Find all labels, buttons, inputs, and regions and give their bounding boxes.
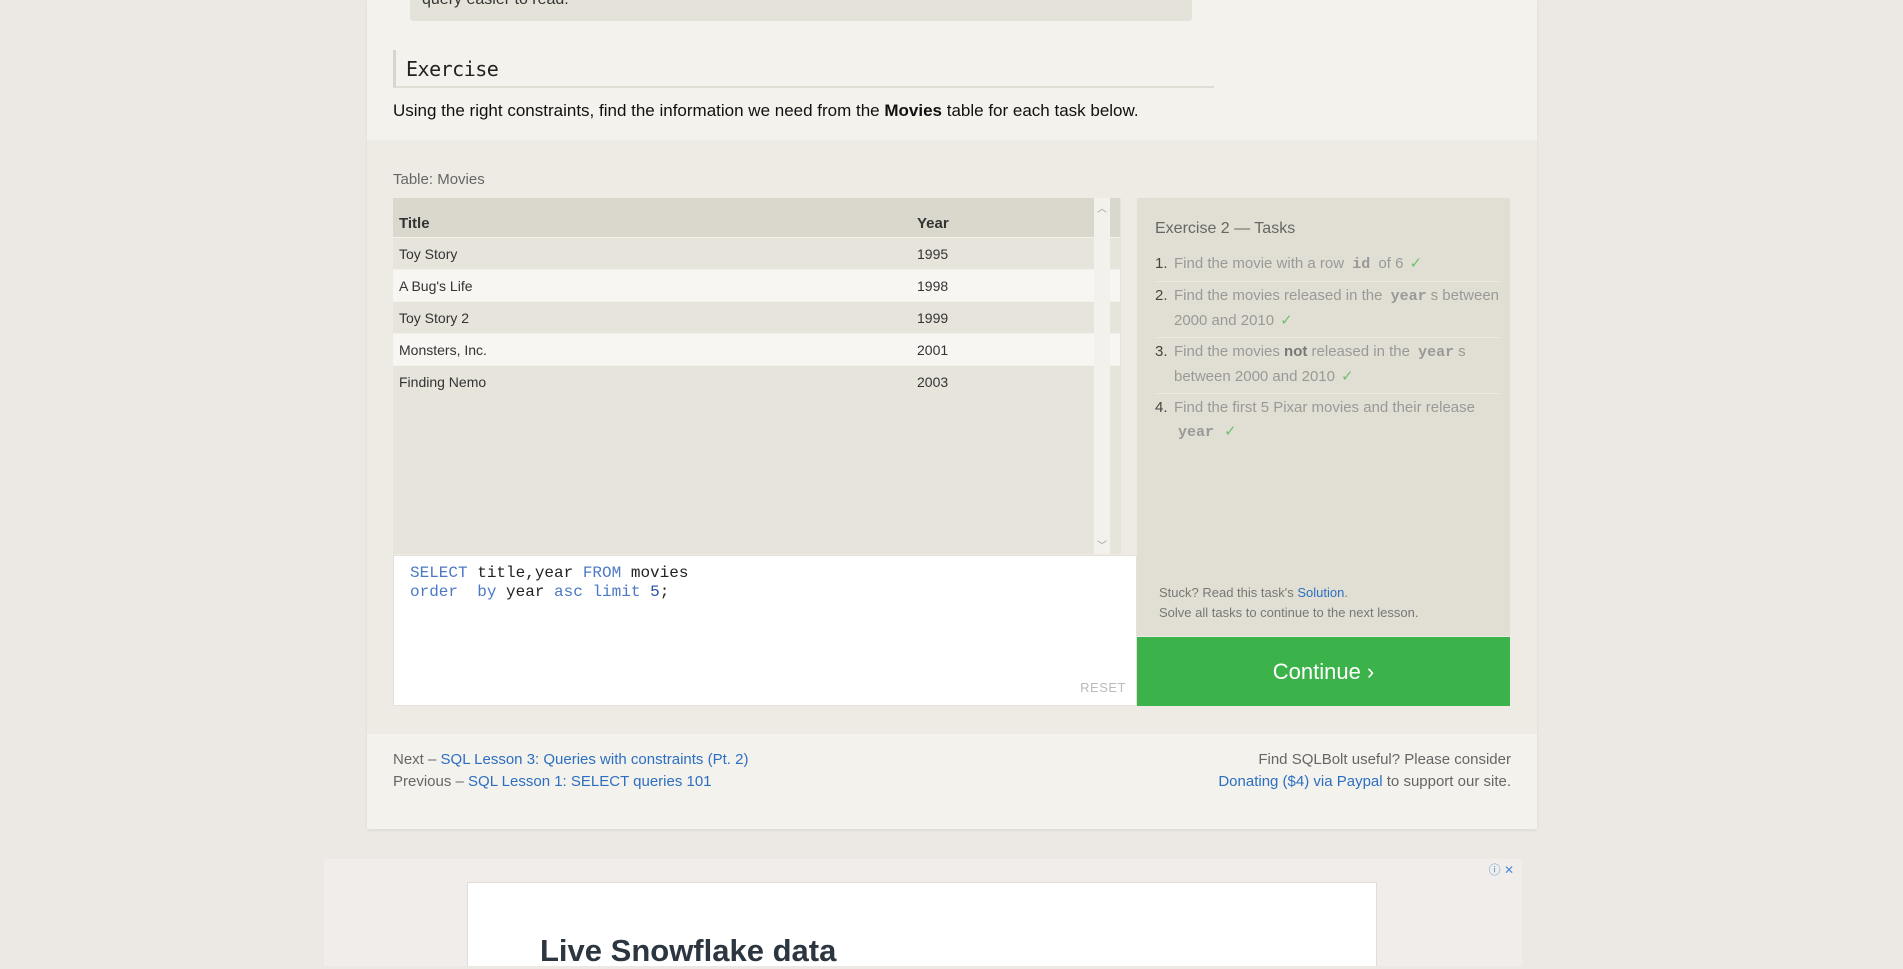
code-keyword: SELECT bbox=[410, 564, 468, 582]
table-row: Monsters, Inc. 2001 bbox=[393, 333, 1120, 366]
cell-year: 1999 bbox=[911, 301, 1120, 334]
donate-link[interactable]: Donating ($4) via Paypal bbox=[1218, 773, 1382, 790]
solve-all-text: Solve all tasks to continue to the next … bbox=[1159, 605, 1419, 620]
cell-title: Monsters, Inc. bbox=[393, 333, 911, 366]
checkmark-icon: ✓ bbox=[1224, 423, 1237, 440]
donation-note: Find SQLBolt useful? Please consider Don… bbox=[1218, 749, 1511, 793]
task-text: released in the bbox=[1307, 343, 1415, 360]
task-text: Find the first 5 Pixar movies and their … bbox=[1174, 399, 1475, 416]
code-text: movies bbox=[621, 564, 689, 582]
previous-prefix: Previous – bbox=[393, 773, 469, 790]
previous-note-block: query easier to read. bbox=[410, 0, 1192, 21]
code-keyword: limit bbox=[592, 583, 641, 601]
checkmark-icon: ✓ bbox=[1340, 368, 1354, 385]
exercise-heading: Exercise bbox=[393, 50, 1214, 88]
ad-controls[interactable]: ⓘ ✕ bbox=[1489, 861, 1514, 878]
table-row: Toy Story 1995 bbox=[393, 237, 1120, 270]
cell-year: 2003 bbox=[911, 365, 1120, 397]
task-text: Find the movie with a row bbox=[1174, 255, 1349, 272]
lesson-page: query easier to read. Exercise Using the… bbox=[367, 0, 1537, 829]
cell-title: A Bug's Life bbox=[393, 269, 911, 302]
code-text: ; bbox=[659, 583, 670, 601]
exercise-intro: Using the right constraints, find the in… bbox=[393, 101, 1139, 121]
task-text: Find the movies bbox=[1174, 343, 1285, 360]
task-number: 2. bbox=[1155, 287, 1168, 304]
table-row: Finding Nemo 2003 bbox=[393, 365, 1120, 397]
sql-code[interactable]: SELECT title,year FROM movies order by y… bbox=[410, 564, 688, 602]
next-lesson-link[interactable]: SQL Lesson 3: Queries with constraints (… bbox=[441, 751, 749, 768]
continue-button[interactable]: Continue › bbox=[1137, 637, 1510, 706]
task-code: year bbox=[1178, 424, 1215, 441]
intro-bold-table: Movies bbox=[884, 101, 943, 120]
movies-table: Title Year Toy Story 1995 A Bug's Life 1… bbox=[393, 198, 1120, 397]
table-scrollbar[interactable]: ︿ ﹀ bbox=[1094, 198, 1110, 554]
code-keyword: order bbox=[410, 583, 459, 601]
solution-link[interactable]: Solution bbox=[1297, 585, 1344, 600]
useful-text: Find SQLBolt useful? Please consider bbox=[1258, 751, 1511, 768]
task-item: 4. Find the first 5 Pixar movies and thei… bbox=[1155, 394, 1501, 449]
ad-card[interactable]: Live Snowflake data bbox=[467, 882, 1377, 969]
footer-navigation: Next – SQL Lesson 3: Queries with constr… bbox=[393, 749, 748, 793]
reset-button[interactable]: RESET bbox=[1080, 680, 1126, 695]
tasks-panel: Exercise 2 — Tasks 1. Find the movie with… bbox=[1137, 198, 1510, 636]
table-row: Toy Story 2 1999 bbox=[393, 301, 1120, 334]
scroll-up-icon[interactable]: ︿ bbox=[1097, 200, 1107, 215]
sql-editor[interactable]: SELECT title,year FROM movies order by y… bbox=[393, 555, 1137, 706]
task-list: 1. Find the movie with a row id of 6 ✓ 2. F… bbox=[1155, 250, 1501, 449]
stuck-text: Stuck? Read this task's bbox=[1159, 585, 1298, 600]
task-text: Find the movies released in the bbox=[1174, 287, 1387, 304]
stuck-text-end: . bbox=[1344, 585, 1348, 600]
close-icon[interactable]: ✕ bbox=[1504, 863, 1514, 877]
next-prefix: Next – bbox=[393, 751, 441, 768]
table-caption: Table: Movies bbox=[393, 171, 485, 188]
cell-year: 1995 bbox=[911, 237, 1120, 270]
stuck-hint: Stuck? Read this task's Solution. Solve … bbox=[1159, 583, 1418, 623]
task-item: 1. Find the movie with a row id of 6 ✓ bbox=[1155, 250, 1501, 282]
code-keyword: FROM bbox=[582, 564, 622, 582]
previous-note-text: query easier to read. bbox=[422, 0, 569, 9]
code-number: 5 bbox=[650, 583, 660, 601]
cell-title: Finding Nemo bbox=[393, 365, 911, 397]
cell-title: Toy Story 2 bbox=[393, 301, 911, 334]
column-header-title: Title bbox=[393, 198, 911, 238]
intro-text-end: table for each task below. bbox=[942, 101, 1139, 120]
cell-year: 2001 bbox=[911, 333, 1120, 366]
task-number: 4. bbox=[1155, 399, 1168, 416]
exercise-heading-text: Exercise bbox=[406, 57, 499, 81]
task-number: 1. bbox=[1155, 255, 1168, 272]
task-item: 3. Find the movies not released in the ye… bbox=[1155, 338, 1501, 394]
scroll-down-icon[interactable]: ﹀ bbox=[1097, 537, 1107, 552]
exercise-area: Table: Movies Title Year Toy Story 1995 … bbox=[367, 140, 1537, 734]
task-code: id bbox=[1352, 256, 1371, 273]
advertisement[interactable]: ⓘ ✕ Live Snowflake data bbox=[324, 859, 1522, 969]
checkmark-icon: ✓ bbox=[1409, 255, 1423, 272]
ad-title[interactable]: Live Snowflake data bbox=[540, 933, 836, 969]
task-bold: not bbox=[1284, 343, 1308, 360]
code-keyword: asc bbox=[554, 583, 583, 601]
task-code: year bbox=[1418, 344, 1455, 361]
info-icon[interactable]: ⓘ bbox=[1489, 863, 1501, 877]
checkmark-icon: ✓ bbox=[1280, 312, 1293, 329]
task-number: 3. bbox=[1155, 343, 1168, 360]
tasks-title: Exercise 2 — Tasks bbox=[1155, 220, 1296, 237]
task-item: 2. Find the movies released in the year s … bbox=[1155, 282, 1501, 338]
cell-year: 1998 bbox=[911, 269, 1120, 302]
code-text: title,year bbox=[467, 564, 583, 582]
previous-lesson-link[interactable]: SQL Lesson 1: SELECT queries 101 bbox=[468, 773, 711, 790]
code-keyword: by bbox=[477, 583, 497, 601]
cell-title: Toy Story bbox=[393, 237, 911, 270]
donate-suffix: to support our site. bbox=[1382, 773, 1511, 790]
intro-text: Using the right constraints, find the in… bbox=[393, 101, 885, 120]
table-row: A Bug's Life 1998 bbox=[393, 269, 1120, 302]
code-text: year bbox=[496, 583, 555, 601]
column-header-year: Year bbox=[911, 198, 1120, 238]
task-code: year bbox=[1390, 288, 1427, 305]
task-text: of 6 bbox=[1374, 255, 1404, 272]
